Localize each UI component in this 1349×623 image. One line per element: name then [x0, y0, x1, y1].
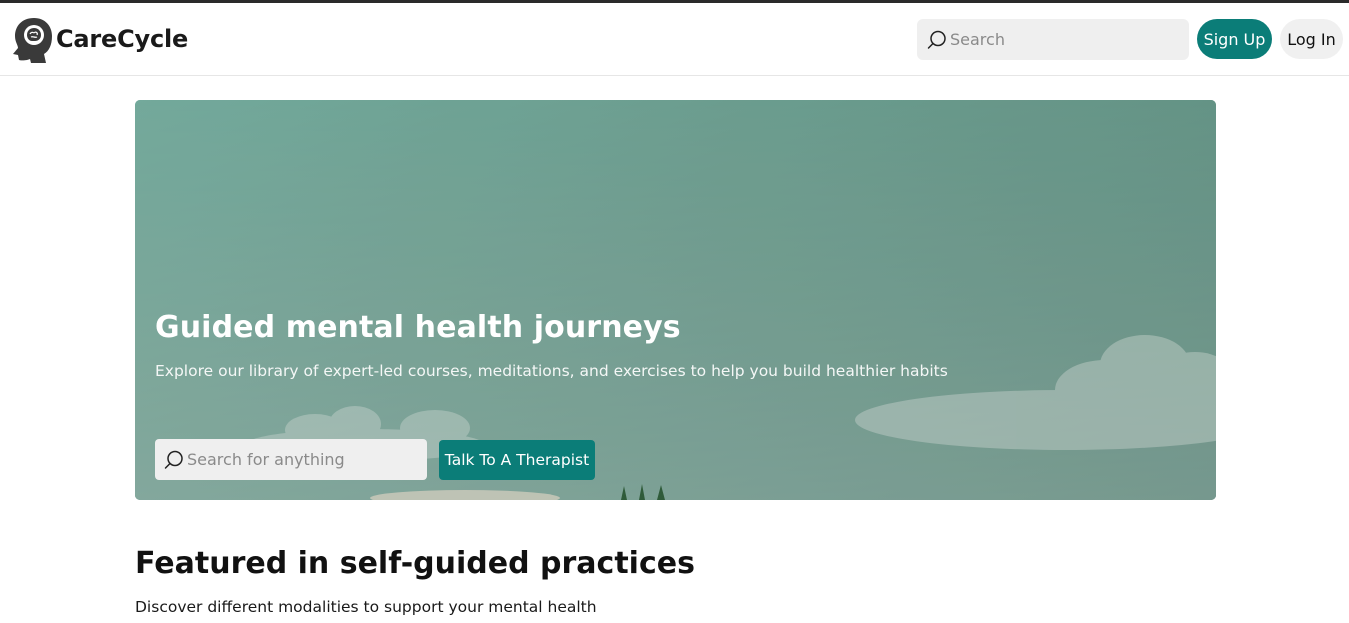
section-title: Featured in self-guided practices — [135, 546, 695, 581]
hero-banner: Guided mental health journeys Explore ou… — [135, 100, 1216, 500]
hero-search-box[interactable] — [155, 439, 427, 480]
hero-title: Guided mental health journeys — [155, 310, 681, 345]
hero-search-input[interactable] — [187, 450, 419, 469]
hero-subtitle: Explore our library of expert-led course… — [155, 362, 948, 380]
talk-to-therapist-button[interactable]: Talk To A Therapist — [439, 440, 595, 480]
signup-button[interactable]: Sign Up — [1197, 19, 1272, 59]
search-icon — [927, 30, 946, 49]
brand-name: CareCycle — [56, 25, 189, 53]
navbar: CareCycle Sign Up Log In — [0, 3, 1349, 76]
search-icon — [164, 450, 183, 469]
nav-search-input[interactable] — [950, 30, 1180, 49]
brand-link[interactable]: CareCycle — [10, 15, 188, 63]
login-button[interactable]: Log In — [1280, 19, 1343, 59]
section-subtitle: Discover different modalities to support… — [135, 598, 597, 616]
nav-search-box[interactable] — [917, 19, 1189, 60]
head-brain-icon — [13, 18, 52, 63]
